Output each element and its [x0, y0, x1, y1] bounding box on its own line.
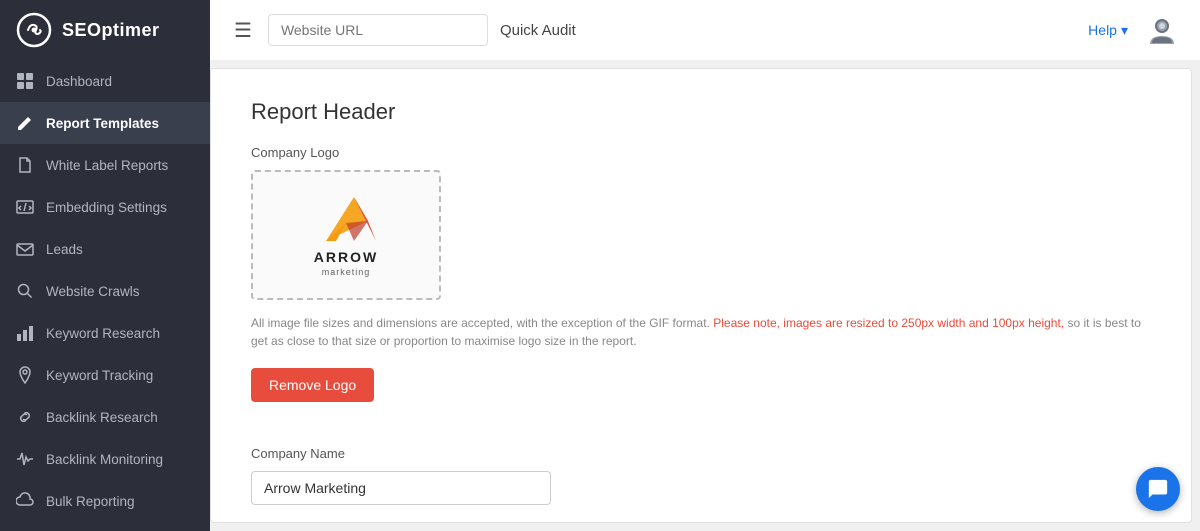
logo-area: SEOptimer — [0, 12, 210, 48]
company-name-group: Company Name — [251, 446, 1151, 505]
company-name-label: Company Name — [251, 446, 1151, 461]
seoptimer-logo-icon — [16, 12, 52, 48]
sidebar-item-website-crawls[interactable]: Website Crawls — [0, 270, 210, 312]
sidebar-label-keyword-tracking: Keyword Tracking — [46, 368, 153, 383]
topbar-right: Help ▾ — [1088, 12, 1180, 48]
sidebar-label-backlink-research: Backlink Research — [46, 410, 158, 425]
topbar: SEOptimer ☰ Quick Audit Help ▾ — [0, 0, 1200, 60]
chat-icon — [1147, 478, 1169, 500]
company-logo-label: Company Logo — [251, 145, 1151, 160]
logo-upload-area[interactable]: ARROW marketing — [251, 170, 441, 300]
sidebar-label-leads: Leads — [46, 242, 83, 257]
sidebar-item-bulk-reporting[interactable]: Bulk Reporting — [0, 480, 210, 522]
website-url-input[interactable] — [268, 14, 488, 46]
sidebar-item-white-label-reports[interactable]: White Label Reports — [0, 144, 210, 186]
layout: Dashboard Report Templates White Label R… — [0, 60, 1200, 531]
sidebar-label-white-label-reports: White Label Reports — [46, 158, 168, 173]
notice-text: All image file sizes and dimensions are … — [251, 314, 1151, 350]
link-icon — [16, 408, 34, 426]
pin-icon — [16, 366, 34, 384]
search-icon — [16, 282, 34, 300]
edit-icon — [16, 114, 34, 132]
sidebar-label-keyword-research: Keyword Research — [46, 326, 160, 341]
notice-highlight: Please note, images are resized to 250px… — [713, 316, 1064, 330]
sidebar-item-dashboard[interactable]: Dashboard — [0, 60, 210, 102]
sidebar-item-leads[interactable]: Leads — [0, 228, 210, 270]
sidebar-item-keyword-research[interactable]: Keyword Research — [0, 312, 210, 354]
grid-icon — [16, 72, 34, 90]
sidebar-item-embedding-settings[interactable]: Embedding Settings — [0, 186, 210, 228]
sidebar-label-dashboard: Dashboard — [46, 74, 112, 89]
sidebar-label-embedding-settings: Embedding Settings — [46, 200, 167, 215]
arrow-marketing-logo: ARROW marketing — [314, 193, 378, 277]
arrow-logo-name: ARROW marketing — [314, 249, 378, 277]
logo-text: SEOptimer — [62, 20, 160, 41]
company-name-input[interactable] — [251, 471, 551, 505]
embed-icon — [16, 198, 34, 216]
sidebar-label-report-templates: Report Templates — [46, 116, 159, 131]
activity-icon — [16, 450, 34, 468]
remove-logo-button[interactable]: Remove Logo — [251, 368, 374, 402]
sidebar-label-website-crawls: Website Crawls — [46, 284, 140, 299]
hamburger-icon[interactable]: ☰ — [230, 14, 256, 47]
sidebar-label-bulk-reporting: Bulk Reporting — [46, 494, 135, 509]
quick-audit-button[interactable]: Quick Audit — [500, 22, 576, 39]
cloud-icon — [16, 492, 34, 510]
chevron-down-icon: ▾ — [1121, 22, 1128, 39]
sidebar-item-keyword-tracking[interactable]: Keyword Tracking — [0, 354, 210, 396]
content-inner: Report Header Company Logo — [211, 69, 1191, 523]
sidebar-item-backlink-research[interactable]: Backlink Research — [0, 396, 210, 438]
sidebar: Dashboard Report Templates White Label R… — [0, 60, 210, 531]
topbar-main: ☰ Quick Audit Help ▾ — [210, 0, 1200, 60]
help-button[interactable]: Help ▾ — [1088, 22, 1128, 39]
notice-normal: All image file sizes and dimensions are … — [251, 316, 710, 330]
sidebar-label-backlink-monitoring: Backlink Monitoring — [46, 452, 163, 467]
arrow-logo-subtext: marketing — [314, 267, 378, 277]
sidebar-item-api[interactable]: API — [0, 522, 210, 531]
company-logo-group: Company Logo — [251, 145, 1151, 426]
arrow-logo-graphic — [316, 193, 376, 245]
bar-chart-icon — [16, 324, 34, 342]
chat-button[interactable] — [1136, 467, 1180, 511]
page-title: Report Header — [251, 99, 1151, 125]
user-icon[interactable] — [1144, 12, 1180, 48]
mail-icon — [16, 240, 34, 258]
sidebar-item-backlink-monitoring[interactable]: Backlink Monitoring — [0, 438, 210, 480]
main-content: Report Header Company Logo — [210, 68, 1192, 523]
file-icon — [16, 156, 34, 174]
sidebar-item-report-templates[interactable]: Report Templates — [0, 102, 210, 144]
